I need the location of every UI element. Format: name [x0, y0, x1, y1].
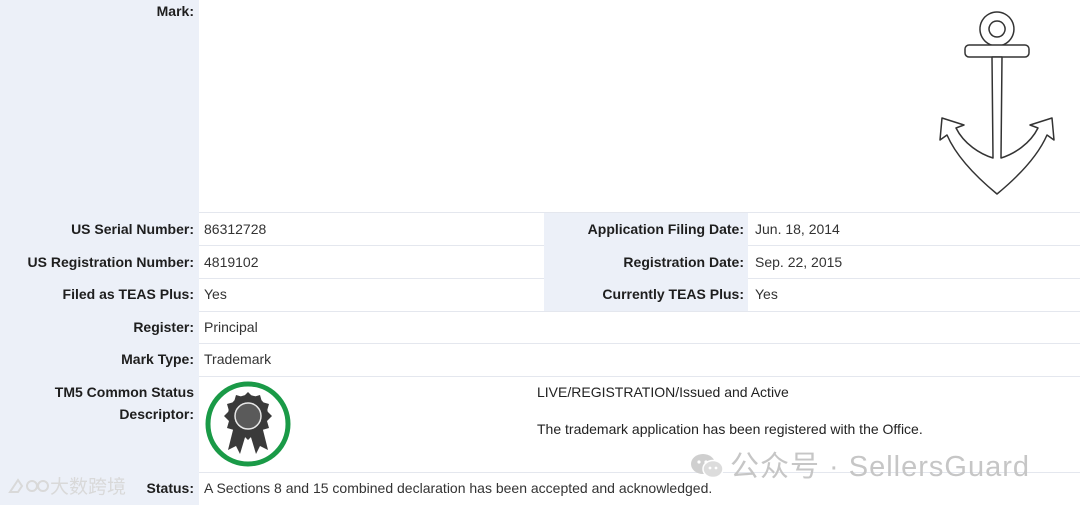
currently-teas-plus-value: Yes — [755, 286, 778, 302]
status-value: A Sections 8 and 15 combined declaration… — [204, 480, 713, 496]
watermark-left-text: 大数跨境 — [50, 477, 127, 498]
filing-date-value: Jun. 18, 2014 — [755, 221, 840, 237]
divider — [748, 278, 1080, 279]
filed-teas-plus-value: Yes — [204, 286, 227, 302]
tm5-label-line2: Descriptor: — [119, 406, 194, 422]
tm5-status-description: The trademark application has been regis… — [537, 421, 923, 437]
registration-date-value: Sep. 22, 2015 — [755, 254, 843, 270]
watermark-logo-icon — [8, 476, 50, 496]
divider — [199, 245, 544, 246]
mark-type-label: Mark Type: — [121, 351, 194, 367]
tm5-label-line1: TM5 Common Status — [54, 384, 194, 400]
mark-type-value: Trademark — [204, 351, 272, 367]
registration-number-value: 4819102 — [204, 254, 259, 270]
watermark-dashujuajing: 大数跨境 — [8, 472, 126, 499]
register-value: Principal — [204, 319, 258, 335]
divider — [199, 376, 1080, 377]
filed-teas-plus-label: Filed as TEAS Plus: — [62, 286, 194, 302]
trademark-record-page: Mark: US Serial Number: 86312728 Applica… — [0, 0, 1080, 505]
divider — [199, 212, 1080, 213]
registered-seal-icon — [205, 381, 291, 467]
currently-teas-plus-label: Currently TEAS Plus: — [602, 286, 744, 302]
registration-date-label: Registration Date: — [623, 254, 744, 270]
divider — [199, 343, 1080, 344]
divider — [748, 245, 1080, 246]
divider — [199, 311, 1080, 312]
divider — [199, 278, 544, 279]
watermark-right-text: 公众号 · SellersGuard — [730, 451, 1031, 483]
filing-date-label: Application Filing Date: — [587, 221, 744, 237]
serial-value: 86312728 — [204, 221, 267, 237]
registration-number-label: US Registration Number: — [27, 254, 194, 270]
mark-label: Mark: — [156, 3, 194, 19]
anchor-mark-image — [939, 11, 1055, 195]
register-label: Register: — [133, 319, 194, 335]
status-label: Status: — [146, 480, 194, 496]
tm5-status-title: LIVE/REGISTRATION/Issued and Active — [537, 384, 789, 400]
wechat-icon — [690, 452, 724, 480]
watermark-sellersguard: 公众号 · SellersGuard — [690, 443, 1030, 485]
serial-label: US Serial Number: — [71, 221, 194, 237]
